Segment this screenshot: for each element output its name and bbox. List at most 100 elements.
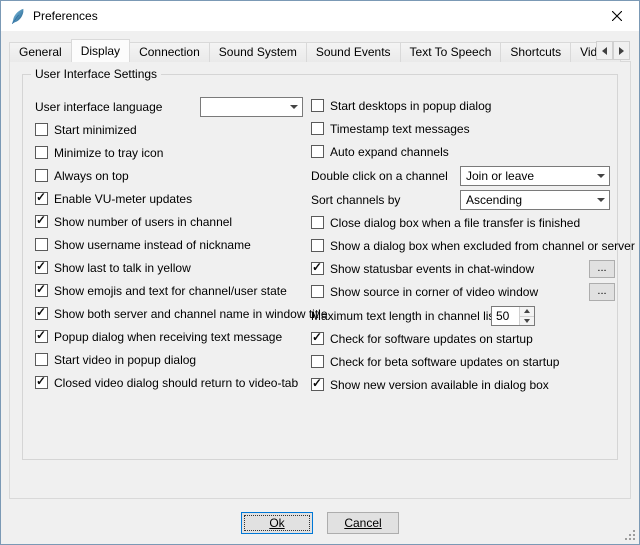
window-title: Preferences — [33, 9, 98, 23]
double-click-select[interactable]: Join or leave — [460, 166, 610, 186]
checkbox-label: Show both server and channel name in win… — [54, 307, 328, 321]
tab-general[interactable]: General — [9, 42, 72, 62]
checkbox-box: ✓ — [35, 261, 48, 274]
checkbox-label: Show emojis and text for channel/user st… — [54, 284, 287, 298]
checkbox-label: Start desktops in popup dialog — [330, 99, 491, 113]
checkbox-label: Close dialog box when a file transfer is… — [330, 216, 580, 230]
tab-text-to-speech[interactable]: Text To Speech — [400, 42, 502, 62]
statusbar-events-more-button[interactable]: ... — [589, 260, 615, 278]
double-click-value: Join or leave — [461, 169, 593, 183]
checkbox-video-source-corner[interactable]: ✓ Show source in corner of video window — [311, 283, 538, 300]
checkbox-box: ✓ — [35, 353, 48, 366]
tab-scroll-right-button[interactable] — [613, 41, 630, 60]
checkbox-always-on-top[interactable]: ✓ Always on top — [35, 167, 307, 184]
checkbox-popup-text-message[interactable]: ✓ Popup dialog when receiving text messa… — [35, 328, 307, 345]
checkbox-label: Timestamp text messages — [330, 122, 470, 136]
checkbox-vu-meter-updates[interactable]: ✓ Enable VU-meter updates — [35, 190, 307, 207]
checkbox-box: ✓ — [311, 99, 324, 112]
combo-arrow — [286, 98, 302, 116]
chevron-down-icon — [290, 105, 298, 109]
resize-grip[interactable] — [625, 530, 636, 541]
checkbox-username-instead-nickname[interactable]: ✓ Show username instead of nickname — [35, 236, 307, 253]
checkbox-label: Show username instead of nickname — [54, 238, 251, 252]
tab-scroll-left-button[interactable] — [596, 41, 613, 60]
checkbox-new-version-dialog[interactable]: ✓ Show new version available in dialog b… — [311, 376, 615, 393]
spinner-down-button[interactable] — [520, 316, 534, 326]
tab-sound-events[interactable]: Sound Events — [306, 42, 401, 62]
tab-connection[interactable]: Connection — [129, 42, 210, 62]
checkbox-box: ✓ — [311, 239, 324, 252]
check-mark-icon: ✓ — [36, 282, 46, 296]
checkbox-label: Show statusbar events in chat-window — [330, 262, 534, 276]
group-title: User Interface Settings — [31, 67, 161, 81]
checkbox-close-on-filetransfer[interactable]: ✓ Close dialog box when a file transfer … — [311, 214, 615, 231]
check-mark-icon: ✓ — [36, 259, 46, 273]
checkbox-label: Enable VU-meter updates — [54, 192, 192, 206]
sort-channels-label: Sort channels by — [311, 193, 460, 207]
checkbox-box: ✓ — [35, 376, 48, 389]
checkbox-timestamp-messages[interactable]: ✓ Timestamp text messages — [311, 120, 615, 137]
arrow-left-icon — [602, 47, 607, 55]
checkbox-video-popup-dialog[interactable]: ✓ Start video in popup dialog — [35, 351, 307, 368]
check-mark-icon: ✓ — [312, 260, 322, 274]
arrow-up-icon — [524, 309, 530, 313]
checkbox-box: ✓ — [311, 145, 324, 158]
tab-display[interactable]: Display — [71, 39, 130, 62]
chevron-down-icon — [597, 198, 605, 202]
language-label: User interface language — [35, 100, 200, 114]
checkbox-users-in-channel[interactable]: ✓ Show number of users in channel — [35, 213, 307, 230]
language-select[interactable] — [200, 97, 303, 117]
checkbox-minimize-to-tray[interactable]: ✓ Minimize to tray icon — [35, 144, 307, 161]
max-text-length-label: Maximum text length in channel list — [311, 309, 491, 323]
checkbox-label: Show new version available in dialog box — [330, 378, 549, 392]
spinner-up-button[interactable] — [520, 307, 534, 316]
checkbox-statusbar-events[interactable]: ✓ Show statusbar events in chat-window — [311, 260, 534, 277]
check-mark-icon: ✓ — [36, 190, 46, 204]
checkbox-label: Check for software updates on startup — [330, 332, 533, 346]
video-source-more-button[interactable]: ... — [589, 283, 615, 301]
left-column: User interface language ✓ Start minimize… — [35, 97, 307, 397]
checkbox-software-updates[interactable]: ✓ Check for software updates on startup — [311, 330, 615, 347]
checkbox-server-channel-in-title[interactable]: ✓ Show both server and channel name in w… — [35, 305, 307, 322]
checkbox-desktops-popup-dialog[interactable]: ✓ Start desktops in popup dialog — [311, 97, 615, 114]
checkbox-excluded-dialog[interactable]: ✓ Show a dialog box when excluded from c… — [311, 237, 615, 254]
tab-sound-system[interactable]: Sound System — [209, 42, 307, 62]
checkbox-auto-expand-channels[interactable]: ✓ Auto expand channels — [311, 143, 615, 160]
checkbox-box: ✓ — [35, 169, 48, 182]
checkbox-emojis-text-state[interactable]: ✓ Show emojis and text for channel/user … — [35, 282, 307, 299]
checkbox-box: ✓ — [35, 123, 48, 136]
arrow-down-icon — [524, 319, 530, 323]
preferences-window: Preferences General Display Connection S… — [0, 0, 640, 545]
user-interface-settings-group: User Interface Settings User interface l… — [22, 74, 618, 460]
chevron-down-icon — [597, 174, 605, 178]
cancel-button[interactable]: Cancel — [327, 512, 399, 534]
sort-channels-value: Ascending — [461, 193, 593, 207]
tab-shortcuts[interactable]: Shortcuts — [500, 42, 571, 62]
checkbox-box: ✓ — [35, 284, 48, 297]
combo-arrow — [593, 167, 609, 185]
checkbox-last-talk-yellow[interactable]: ✓ Show last to talk in yellow — [35, 259, 307, 276]
combo-arrow — [593, 191, 609, 209]
close-button[interactable] — [594, 1, 639, 31]
checkbox-box: ✓ — [35, 146, 48, 159]
app-logo-icon — [9, 8, 26, 25]
checkbox-box: ✓ — [311, 355, 324, 368]
checkbox-label: Always on top — [54, 169, 129, 183]
sort-channels-select[interactable]: Ascending — [460, 190, 610, 210]
checkbox-label: Show number of users in channel — [54, 215, 232, 229]
checkbox-label: Show a dialog box when excluded from cha… — [330, 239, 635, 253]
display-tab-page: User Interface Settings User interface l… — [9, 61, 631, 499]
checkbox-closed-video-return-tab[interactable]: ✓ Closed video dialog should return to v… — [35, 374, 307, 391]
checkbox-box: ✓ — [35, 330, 48, 343]
checkbox-box: ✓ — [311, 378, 324, 391]
checkbox-label: Show source in corner of video window — [330, 285, 538, 299]
max-text-length-spinner[interactable]: 50 — [491, 306, 535, 326]
checkbox-beta-updates[interactable]: ✓ Check for beta software updates on sta… — [311, 353, 615, 370]
check-mark-icon: ✓ — [312, 376, 322, 390]
checkbox-start-minimized[interactable]: ✓ Start minimized — [35, 121, 307, 138]
checkbox-label: Minimize to tray icon — [54, 146, 163, 160]
ok-button[interactable]: Ok — [241, 512, 313, 534]
button-row: Ok Cancel — [1, 512, 639, 534]
spinner-buttons — [519, 307, 534, 325]
checkbox-label: Closed video dialog should return to vid… — [54, 376, 298, 390]
